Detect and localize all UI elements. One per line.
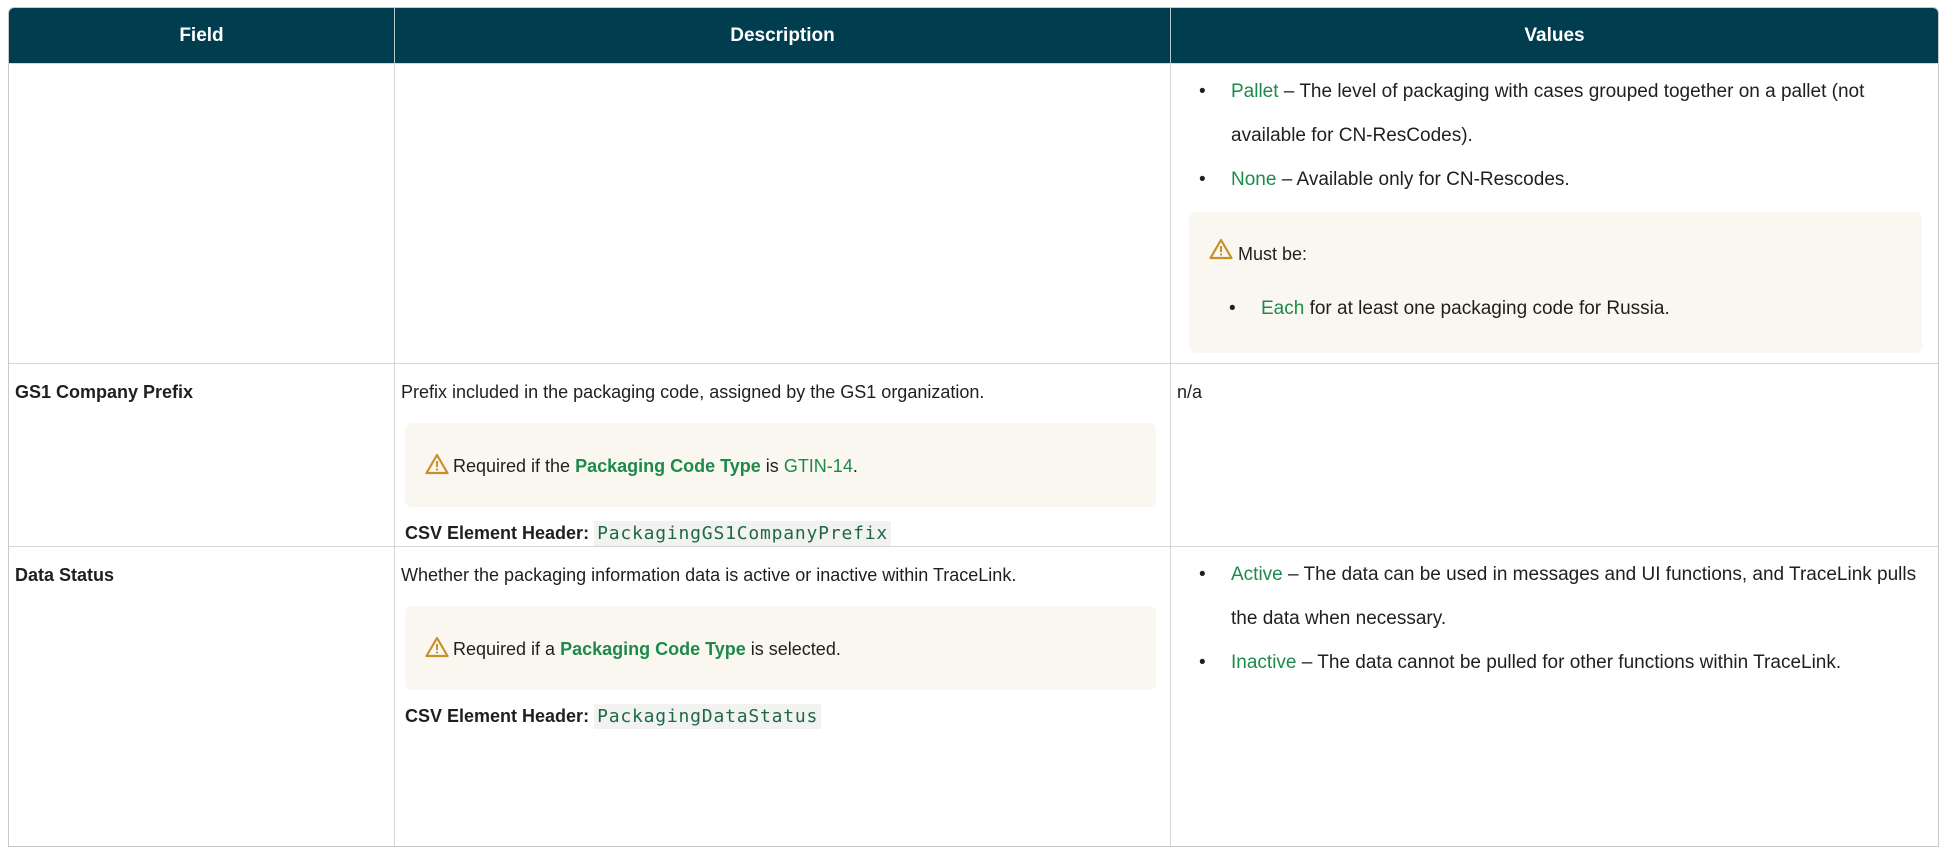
value-text: – Available only for CN-Rescodes. [1276,169,1569,190]
table-header-row: Field Description Values [9,8,1938,64]
values-list: Pallet – The level of packaging with cas… [1171,70,1938,202]
header-values: Values [1171,8,1939,64]
note-title: Must be: [1238,244,1307,264]
table-row: Data Status Whether the packaging inform… [9,547,1938,847]
value-term-inactive: Inactive [1231,652,1296,673]
warning-triangle-icon [425,453,449,475]
value-text: for at least one packaging code for Russ… [1304,298,1669,319]
warning-triangle-icon [425,636,449,658]
field-name: GS1 Company Prefix [9,364,394,403]
note-text: is [761,456,784,476]
csv-label: CSV Element Header: [405,523,589,543]
table-row: Pallet – The level of packaging with cas… [9,64,1938,364]
gtin-14-term: GTIN-14 [784,456,853,476]
note-text: Required if the [453,456,575,476]
value-term-none: None [1231,169,1276,190]
packaging-code-type-link[interactable]: Packaging Code Type [575,456,761,476]
packaging-fields-table: Field Description Values Pallet – The le… [8,7,1939,847]
value-term-active: Active [1231,564,1283,585]
list-item: Each for at least one packaging code for… [1261,287,1902,331]
packaging-code-type-link[interactable]: Packaging Code Type [560,639,746,659]
list-item: Pallet – The level of packaging with cas… [1231,70,1938,158]
header-description: Description [395,8,1171,64]
field-cell: GS1 Company Prefix [9,364,395,547]
values-list: Active – The data can be used in message… [1171,553,1938,685]
field-description: Whether the packaging information data i… [401,565,1156,586]
csv-label: CSV Element Header: [405,706,589,726]
description-cell [395,64,1171,364]
note-text: Required if a [453,639,560,659]
value-text: – The data can be used in messages and U… [1231,564,1916,629]
warning-note: Required if a Packaging Code Type is sel… [405,606,1156,690]
warning-note: Must be: Each for at least one packaging… [1189,212,1922,353]
csv-header-line: CSV Element Header: PackagingGS1CompanyP… [395,507,1170,544]
field-description: Prefix included in the packaging code, a… [401,382,1156,403]
csv-code: PackagingGS1CompanyPrefix [594,521,891,546]
values-cell: Active – The data can be used in message… [1171,547,1939,847]
warning-triangle-icon [1209,244,1238,264]
list-item: None – Available only for CN-Rescodes. [1231,158,1938,202]
csv-code: PackagingDataStatus [594,704,821,729]
values-cell: n/a [1171,364,1939,547]
value-text: n/a [1171,364,1938,403]
values-cell: Pallet – The level of packaging with cas… [1171,64,1939,364]
note-list: Each for at least one packaging code for… [1209,287,1902,331]
list-item: Inactive – The data cannot be pulled for… [1231,641,1938,685]
description-cell: Prefix included in the packaging code, a… [395,364,1171,547]
field-cell [9,64,395,364]
description-cell: Whether the packaging information data i… [395,547,1171,847]
value-text: – The data cannot be pulled for other fu… [1296,652,1841,673]
note-text: . [853,456,858,476]
field-name: Data Status [9,547,394,586]
list-item: Active – The data can be used in message… [1231,553,1938,641]
value-term-each: Each [1261,298,1304,319]
warning-note: Required if the Packaging Code Type is G… [405,423,1156,507]
value-text: – The level of packaging with cases grou… [1231,81,1864,146]
header-field: Field [9,8,395,64]
table-row: GS1 Company Prefix Prefix included in th… [9,364,1938,547]
field-cell: Data Status [9,547,395,847]
note-text: is selected. [746,639,841,659]
value-term-pallet: Pallet [1231,81,1279,102]
csv-header-line: CSV Element Header: PackagingDataStatus [395,690,1170,727]
